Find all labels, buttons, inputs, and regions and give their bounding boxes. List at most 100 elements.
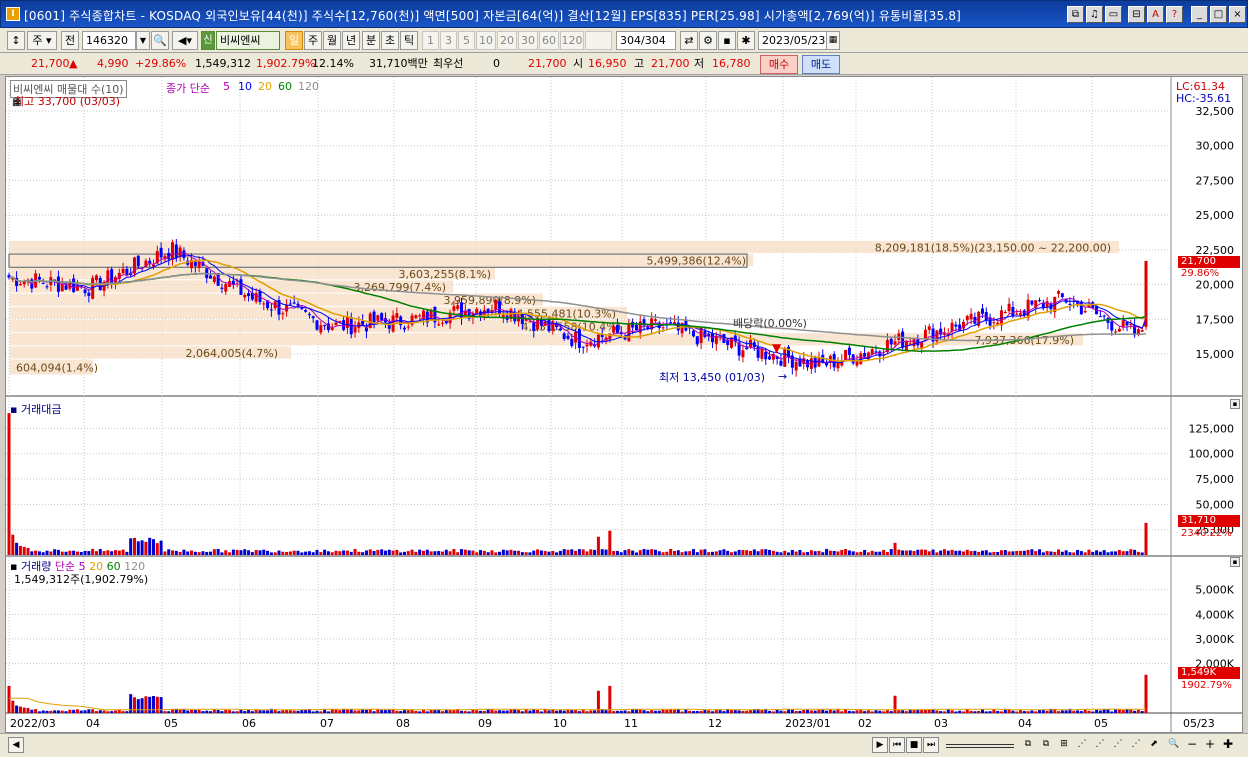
candle-body <box>121 268 125 274</box>
amount-tick-label: 100,000 <box>1189 448 1235 461</box>
candle-body <box>357 322 361 328</box>
chart-area[interactable]: 2022/03 04 05 06 07 08 09 10 11 12 2023/01 02 03 04 05… <box>5 76 1243 733</box>
amount-bar <box>547 551 551 555</box>
chart-canvas[interactable]: 2022/03 04 05 06 07 08 09 10 11 12 2023/01 02 03 04 05… <box>6 77 1242 732</box>
market-select[interactable]: 주 ▾ <box>27 31 57 50</box>
line-tool-icon-3[interactable]: ⋰ <box>1110 737 1126 753</box>
candle-body <box>1098 316 1102 318</box>
calendar-icon[interactable]: ▦ <box>826 31 840 50</box>
candle-body <box>380 313 384 321</box>
tool-icon[interactable]: ⇄ <box>680 31 698 50</box>
open-price: 16,950 <box>588 57 627 70</box>
maximize-button[interactable]: □ <box>1210 6 1227 23</box>
help-icon[interactable]: ? <box>1166 6 1183 23</box>
buy-button[interactable]: 매수 <box>760 55 798 74</box>
copy-icon-2[interactable]: ⧉ <box>1038 737 1054 753</box>
speaker-icon[interactable]: ◀▾ <box>172 31 198 50</box>
amount-bar <box>209 551 213 555</box>
amount-bar <box>672 551 676 555</box>
volume-bar <box>741 711 745 713</box>
scroll-left-icon[interactable]: ◀ <box>8 737 24 753</box>
period-tab-second[interactable]: 초 <box>381 31 399 50</box>
code-input[interactable]: 146320 <box>82 31 136 50</box>
candle-body <box>1110 321 1114 331</box>
line-tool-icon-4[interactable]: ⋰ <box>1128 737 1144 753</box>
amount-bar <box>212 549 216 555</box>
scroll-right-icon[interactable]: ▶ <box>872 737 888 753</box>
sound-icon[interactable]: ♫ <box>1086 6 1103 23</box>
volume-bar <box>262 710 266 713</box>
amount-bar <box>634 552 638 555</box>
play-back-icon[interactable]: ⏮ <box>889 737 905 753</box>
interval-20[interactable]: 20 <box>497 31 517 50</box>
zoom-icon[interactable]: 🔍 <box>1166 737 1182 753</box>
amount-bar <box>1117 549 1121 555</box>
zoom-out-icon[interactable]: − <box>1184 737 1200 753</box>
volume-bar <box>380 710 384 713</box>
amount-bar <box>1087 549 1091 555</box>
amount-bar <box>345 550 349 555</box>
period-tab-minute[interactable]: 분 <box>362 31 380 50</box>
amount-bar <box>171 550 175 555</box>
link-icon[interactable]: ⧉ <box>1067 6 1084 23</box>
amount-bar <box>448 551 452 555</box>
calendar-icon[interactable]: ▦ <box>12 97 21 108</box>
zoom-in-icon[interactable]: + <box>1202 737 1218 753</box>
code-dropdown-icon[interactable]: ▼ <box>136 31 150 50</box>
save-icon[interactable]: ▪ <box>718 31 736 50</box>
date-input[interactable]: 2023/05/23 <box>758 31 828 50</box>
candle-body <box>1045 301 1049 308</box>
copy-icon[interactable]: ⧉ <box>1020 737 1036 753</box>
dropdown-toggle-icon[interactable]: ↕ <box>7 31 25 50</box>
amount-bar <box>201 551 205 555</box>
volume-bar <box>642 710 646 713</box>
font-icon[interactable]: A <box>1147 6 1164 23</box>
export-icon[interactable]: ⬈ <box>1146 737 1162 753</box>
window-icon[interactable]: ▭ <box>1105 6 1122 23</box>
period-tab-year[interactable]: 년 <box>342 31 360 50</box>
line-tool-icon-2[interactable]: ⋰ <box>1092 737 1108 753</box>
stock-name[interactable]: 비씨엔씨 <box>216 31 280 50</box>
interval-10[interactable]: 10 <box>476 31 496 50</box>
interval-3[interactable]: 3 <box>440 31 457 50</box>
amount-bar <box>1072 552 1076 555</box>
play-forward-icon[interactable]: ⏭ <box>923 737 939 753</box>
chart-scrollbar[interactable]: ◀ ▶ ⏮ ■ ⏭ ⧉ ⧉ ⊞ ⋰ ⋰ ⋰ ⋰ ⬈ 🔍 − + ✚ <box>0 733 1248 757</box>
sell-button[interactable]: 매도 <box>802 55 840 74</box>
interval-1[interactable]: 1 <box>422 31 439 50</box>
close-button[interactable]: × <box>1229 6 1246 23</box>
amount-bar <box>543 551 547 555</box>
interval-120[interactable]: 120 <box>560 31 584 50</box>
amount-bar <box>1144 522 1148 555</box>
stop-icon[interactable]: ■ <box>906 737 922 753</box>
period-tab-week[interactable]: 주 <box>304 31 322 50</box>
interval-5[interactable]: 5 <box>458 31 475 50</box>
line-tool-icon[interactable]: ⋰ <box>1074 737 1090 753</box>
crosshair-icon[interactable]: ✚ <box>1220 737 1236 753</box>
candle-body <box>699 327 703 344</box>
candle-body <box>779 360 783 366</box>
volume-bar <box>520 711 524 713</box>
search-icon[interactable]: 🔍 <box>151 31 169 50</box>
volume-bar <box>56 710 60 713</box>
grid-icon[interactable]: ⊞ <box>1056 737 1072 753</box>
period-tab-tick[interactable]: 틱 <box>400 31 418 50</box>
panel-minimize-icon[interactable]: ▪ <box>1230 399 1240 409</box>
amount-bar <box>794 551 798 555</box>
indicator-icon[interactable]: ⚙ <box>699 31 717 50</box>
amount-bar <box>307 551 311 555</box>
amount-bar <box>988 552 992 555</box>
layout-icon[interactable]: ⊟ <box>1128 6 1145 23</box>
minimize-button[interactable]: _ <box>1191 6 1208 23</box>
amount-bar <box>749 550 753 555</box>
settings-icon[interactable]: ✱ <box>737 31 755 50</box>
interval-60[interactable]: 60 <box>539 31 559 50</box>
interval-30[interactable]: 30 <box>518 31 538 50</box>
period-tab-month[interactable]: 월 <box>323 31 341 50</box>
zoom-slider[interactable] <box>946 744 1014 748</box>
page-count-input[interactable]: 304/304 <box>616 31 676 50</box>
panel-minimize-icon[interactable]: ▪ <box>1230 557 1240 567</box>
interval-input[interactable] <box>585 31 612 50</box>
period-tab-day[interactable]: 일 <box>285 31 303 50</box>
prev-button[interactable]: 전 <box>61 31 79 50</box>
